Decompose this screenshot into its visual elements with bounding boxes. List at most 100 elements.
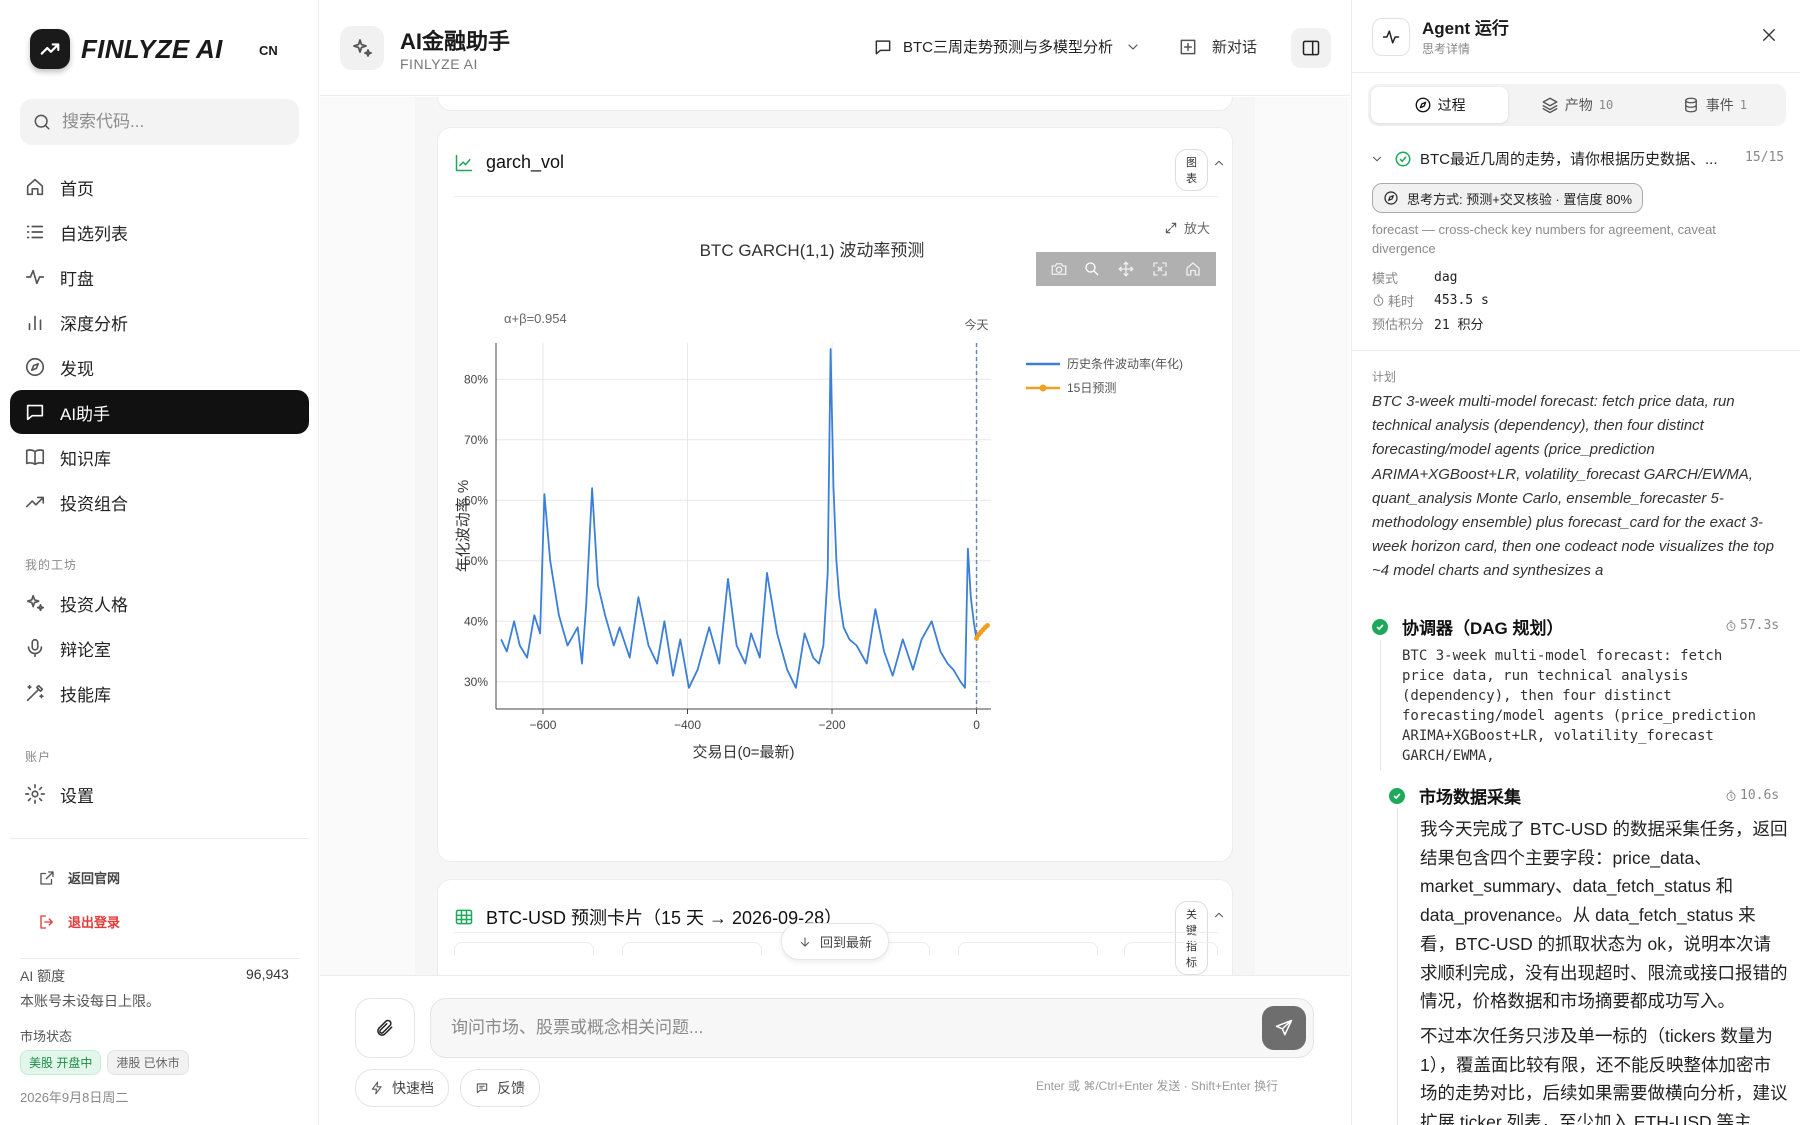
zoom-button[interactable]: 放大 — [438, 218, 1210, 237]
agent-tabs: 过程 产物 10 事件 1 — [1368, 84, 1786, 126]
pan-icon[interactable] — [1116, 260, 1136, 278]
nav-persona[interactable]: 投资人格 — [10, 581, 309, 625]
mic-icon — [27, 638, 43, 658]
y-tick-label: 30% — [464, 675, 488, 689]
step-connector — [1380, 640, 1381, 770]
send-button[interactable] — [1262, 1006, 1306, 1050]
compass-icon — [25, 357, 45, 377]
trend-icon — [25, 496, 45, 508]
chart-series — [500, 343, 990, 709]
chevron-up-icon[interactable] — [1212, 156, 1226, 170]
forecast-card-header[interactable]: BTC-USD 预测卡片（15 天 → 2026-09-28） — [454, 904, 842, 930]
market-status-label: 市场状态 — [20, 1029, 73, 1044]
new-chat-label: 新对话 — [1212, 39, 1258, 56]
step-coordinator[interactable]: 协调器（DAG 规划） — [1372, 614, 1564, 639]
feedback-label: 反馈 — [497, 1080, 525, 1096]
book-icon — [25, 449, 45, 466]
kv-duration: 耗时 453.5 s — [1372, 291, 1489, 310]
chart-card-header[interactable]: garch_vol — [454, 152, 564, 173]
legend-history-label: 历史条件波动率(年化) — [1067, 356, 1183, 371]
tab-events[interactable]: 事件 1 — [1646, 87, 1783, 123]
back-to-site-link[interactable]: 返回官网 — [38, 868, 120, 887]
question-row[interactable]: BTC最近几周的走势，请你根据历史数据、... — [1370, 148, 1785, 169]
quick-mode-button[interactable]: 快速档 — [355, 1069, 449, 1107]
compass-icon — [1415, 97, 1431, 113]
timer-icon — [1726, 620, 1736, 631]
kv-credits: 预估积分 21 积分 — [1372, 314, 1483, 333]
chart-card: garch_vol 图表 放大 BTC GARCH(1,1) 波动率预测 30%… — [437, 127, 1233, 862]
step-market-data[interactable]: 市场数据采集 — [1389, 783, 1521, 808]
nav-label: 辩论室 — [60, 640, 111, 660]
nav-label: 自选列表 — [60, 224, 128, 244]
nav-ai-assistant[interactable]: AI助手 — [10, 390, 309, 434]
nav-knowledge[interactable]: 知识库 — [10, 435, 309, 479]
check-icon — [1372, 618, 1388, 635]
agent-panel-subtitle: 思考详情 — [1422, 42, 1471, 56]
forecast-badge: 关键指标 — [1175, 901, 1208, 975]
search-box[interactable] — [20, 99, 299, 145]
nav-label: 首页 — [60, 179, 94, 199]
attach-button[interactable] — [355, 998, 415, 1058]
question-text: BTC最近几周的走势，请你根据历史数据、... — [1420, 151, 1718, 168]
agent-avatar — [1372, 18, 1410, 56]
nav-monitor[interactable]: 盯盘 — [10, 255, 309, 299]
tab-count: 10 — [1598, 98, 1614, 112]
tab-process[interactable]: 过程 — [1371, 87, 1509, 123]
step-duration: 10.6s — [1725, 788, 1779, 803]
home-icon[interactable] — [1183, 260, 1203, 278]
nav-watchlist[interactable]: 自选列表 — [10, 210, 309, 254]
brand-logo[interactable]: FINLYZE AI — [30, 29, 223, 69]
logout-label: 退出登录 — [68, 915, 121, 930]
layers-icon — [1542, 97, 1558, 114]
nav-settings[interactable]: 设置 — [10, 772, 309, 816]
gear-icon — [25, 784, 45, 804]
search-input[interactable] — [62, 112, 282, 132]
jump-to-latest-label: 回到最新 — [820, 935, 873, 950]
y-tick-label: 80% — [464, 372, 488, 386]
chat-header: AI金融助手 FINLYZE AI BTC三周走势预测与多模型分析 新对话 — [320, 0, 1350, 96]
autoscale-icon[interactable] — [1150, 260, 1170, 278]
logout-button[interactable]: 退出登录 — [38, 912, 120, 931]
legend-forecast-marker — [1039, 384, 1047, 392]
zoom-icon[interactable] — [1082, 260, 1102, 278]
camera-icon[interactable] — [1049, 260, 1069, 278]
message-composer: 快速档 反馈 Enter 或 ⌘/Ctrl+Enter 发送 · Shift+E… — [320, 975, 1350, 1125]
conversation-title: BTC三周走势预测与多模型分析 — [903, 39, 1114, 56]
new-chat-icon — [1180, 39, 1196, 54]
tab-artifacts[interactable]: 产物 10 — [1508, 87, 1645, 123]
y-tick-label: 40% — [464, 614, 488, 628]
nav-label: 知识库 — [60, 449, 111, 469]
current-date: 2026年9月8日周二 — [20, 1090, 129, 1105]
kv-mode: 模式 dag — [1372, 268, 1457, 287]
nav-label: 投资组合 — [60, 494, 128, 514]
jump-to-latest-button[interactable]: 回到最新 — [781, 923, 890, 960]
chart-legend[interactable]: 历史条件波动率(年化) 15日预测 — [1026, 356, 1183, 395]
nav-deep-analysis[interactable]: 深度分析 — [10, 300, 309, 344]
nav-skills[interactable]: 技能库 — [10, 671, 309, 715]
conversation-selector[interactable]: BTC三周走势预测与多模型分析 — [873, 36, 1141, 57]
timer-icon — [1373, 294, 1384, 306]
nav-portfolio[interactable]: 投资组合 — [10, 480, 309, 524]
feedback-button[interactable]: 反馈 — [460, 1069, 540, 1107]
new-chat-button[interactable]: 新对话 — [1178, 36, 1257, 57]
plan-label: 计划 — [1372, 370, 1397, 384]
nav-label: 发现 — [60, 359, 94, 379]
close-icon[interactable] — [1760, 26, 1778, 44]
chat-thread-area: garch_vol 图表 放大 BTC GARCH(1,1) 波动率预测 30%… — [320, 97, 1350, 975]
message-input-box[interactable] — [430, 998, 1314, 1058]
nav-debate[interactable]: 辩论室 — [10, 626, 309, 670]
x-tick-label: −600 — [529, 718, 556, 732]
tab-label: 事件 — [1705, 97, 1734, 113]
panel-toggle-button[interactable] — [1291, 28, 1331, 68]
send-icon — [1275, 1019, 1293, 1036]
page-subtitle: FINLYZE AI — [400, 56, 478, 72]
progress-count: 15/15 — [1745, 150, 1785, 165]
chevron-up-icon[interactable] — [1212, 908, 1226, 922]
nav-home[interactable]: 首页 — [10, 165, 309, 209]
arrow-down-icon — [800, 936, 810, 947]
nav-discover[interactable]: 发现 — [10, 345, 309, 389]
agent-panel-title: Agent 运行 — [1422, 19, 1509, 38]
message-input[interactable] — [451, 1018, 1211, 1038]
lightning-icon — [371, 1081, 382, 1095]
language-toggle[interactable]: CN — [259, 43, 278, 58]
